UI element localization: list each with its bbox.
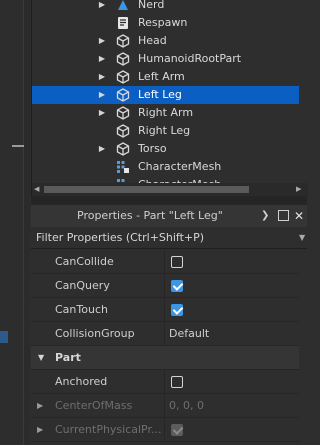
- part-icon: [116, 142, 130, 156]
- expand-arrow-icon[interactable]: ▶: [98, 0, 106, 14]
- tree-item-label: HumanoidRootPart: [138, 52, 242, 65]
- section-label: Part: [55, 351, 81, 364]
- scroll-left-icon[interactable]: ◀: [34, 183, 42, 196]
- explorer-vertical-scrollbar[interactable]: [299, 0, 307, 196]
- property-checkbox[interactable]: [171, 304, 183, 316]
- scrollbar-thumb[interactable]: [44, 186, 249, 193]
- property-name: CollisionGroup: [55, 327, 135, 340]
- tree-item[interactable]: ▶ Left Arm: [32, 68, 300, 86]
- section-header-part[interactable]: ▼ Part: [31, 346, 307, 370]
- part-icon: [116, 106, 130, 120]
- property-checkbox[interactable]: [171, 256, 183, 268]
- part-icon: [116, 88, 130, 102]
- column-divider: [164, 298, 165, 322]
- properties-vertical-scrollbar[interactable]: [299, 250, 307, 445]
- filter-properties-input[interactable]: Filter Properties (Ctrl+Shift+P) ▼: [31, 227, 307, 249]
- tree-item[interactable]: ▶ Nerd: [32, 0, 300, 14]
- tree-item[interactable]: Respawn: [32, 14, 300, 32]
- part-icon: [116, 34, 130, 48]
- expand-arrow-icon[interactable]: ▶: [98, 68, 106, 86]
- tree-item-label: Torso: [138, 142, 167, 155]
- tree-item[interactable]: ▶ HumanoidRootPart: [32, 50, 300, 68]
- scroll-right-icon[interactable]: ▶: [296, 183, 304, 196]
- tree-item-label: Respawn: [138, 16, 188, 29]
- part-icon: [116, 124, 130, 138]
- property-name: CanQuery: [55, 279, 110, 292]
- tree-item[interactable]: Right Leg: [32, 122, 300, 140]
- expand-arrow-icon[interactable]: ▶: [98, 86, 106, 104]
- accessory-icon: [116, 0, 130, 12]
- mesh-icon: [116, 160, 130, 174]
- filter-dropdown-icon[interactable]: ▼: [299, 227, 305, 249]
- editor-selection-marker: [0, 331, 8, 343]
- editor-gutter: [0, 0, 24, 445]
- property-checkbox[interactable]: [171, 376, 183, 388]
- expand-arrow-icon[interactable]: ▶: [98, 140, 106, 158]
- property-checkbox[interactable]: [171, 280, 183, 292]
- column-divider: [164, 322, 165, 346]
- tree-item-label: Left Leg: [138, 88, 182, 101]
- column-divider: [164, 250, 165, 274]
- tree-item-label: Left Arm: [138, 70, 185, 83]
- tree-item[interactable]: ▶ Torso: [32, 140, 300, 158]
- editor-edge: [0, 0, 30, 445]
- explorer-panel: ▶ Nerd Respawn ▶ Head ▶ HumanoidRootPart ▶ Left …: [31, 0, 308, 196]
- property-row[interactable]: ▶ CurrentPhysicalPr...: [31, 418, 307, 442]
- part-icon: [116, 52, 130, 66]
- column-divider: [164, 274, 165, 298]
- explorer-horizontal-scrollbar[interactable]: ◀ ▶: [32, 183, 308, 196]
- expand-arrow-icon[interactable]: ▶: [98, 32, 106, 50]
- column-divider: [164, 370, 165, 394]
- expand-arrow-icon[interactable]: ▶: [98, 104, 106, 122]
- property-row[interactable]: CollisionGroup Default: [31, 322, 307, 346]
- panel-separator[interactable]: [31, 196, 307, 205]
- property-row[interactable]: CanTouch: [31, 298, 307, 322]
- chevron-down-icon[interactable]: ❯: [261, 205, 269, 227]
- tree-item-label: CharacterMesh: [138, 160, 222, 173]
- properties-title-bar: Properties - Part "Left Leg" ❯ ✕: [31, 205, 307, 227]
- expand-arrow-icon[interactable]: ▶: [37, 394, 43, 418]
- tree-item-label: Head: [138, 34, 167, 47]
- script-icon: [116, 16, 130, 30]
- tree-item[interactable]: ▶ Right Arm: [32, 104, 300, 122]
- property-name: CanTouch: [55, 303, 108, 316]
- property-checkbox: [171, 424, 183, 436]
- column-divider: [164, 418, 165, 442]
- expand-arrow-icon[interactable]: ▶: [37, 418, 43, 442]
- property-value: 0, 0, 0: [169, 399, 204, 412]
- property-name: CurrentPhysicalPr...: [55, 423, 162, 436]
- property-row[interactable]: CanCollide: [31, 250, 307, 274]
- tree-item[interactable]: ▶ Left Leg: [32, 86, 300, 104]
- close-icon[interactable]: ✕: [294, 205, 304, 227]
- undock-icon[interactable]: [278, 210, 289, 221]
- filter-placeholder: Filter Properties (Ctrl+Shift+P): [36, 231, 205, 244]
- properties-grid: CanCollide CanQuery CanTouch CollisionGroup…: [31, 250, 307, 445]
- property-name: CenterOfMass: [55, 399, 133, 412]
- tree-item[interactable]: CharacterMesh: [32, 158, 300, 176]
- column-divider: [164, 394, 165, 418]
- collapse-arrow-icon[interactable]: ▼: [38, 346, 44, 370]
- property-name: CanCollide: [55, 255, 114, 268]
- expand-arrow-icon[interactable]: ▶: [98, 50, 106, 68]
- splitter-handle[interactable]: [12, 145, 24, 147]
- tree-item-label: Right Arm: [138, 106, 194, 119]
- property-value[interactable]: Default: [169, 322, 209, 346]
- property-name: Anchored: [55, 375, 108, 388]
- tree-item-label: Right Leg: [138, 124, 191, 137]
- property-row[interactable]: ▶ CenterOfMass 0, 0, 0: [31, 394, 307, 418]
- tree-item[interactable]: ▶ Head: [32, 32, 300, 50]
- properties-title: Properties - Part "Left Leg": [77, 209, 223, 222]
- tree-item-label: Nerd: [138, 0, 165, 11]
- part-icon: [116, 70, 130, 84]
- property-row[interactable]: CanQuery: [31, 274, 307, 298]
- property-row[interactable]: Anchored: [31, 370, 307, 394]
